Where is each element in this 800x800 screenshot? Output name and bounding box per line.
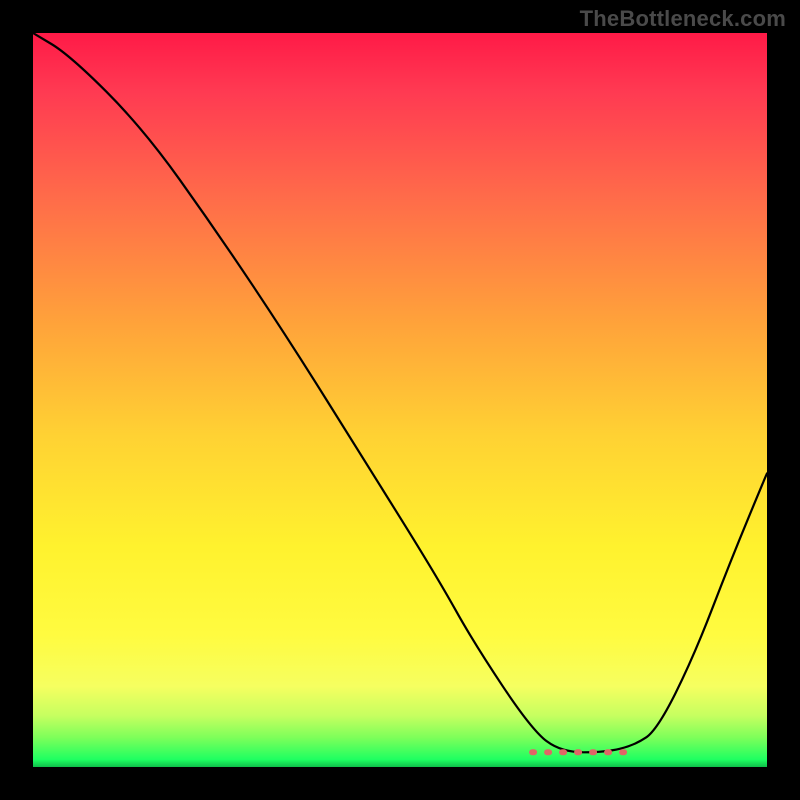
plot-area [33, 33, 767, 767]
curve-path [33, 33, 767, 752]
chart-frame: TheBottleneck.com [0, 0, 800, 800]
attribution-label: TheBottleneck.com [580, 6, 786, 32]
bottleneck-curve [33, 33, 767, 767]
